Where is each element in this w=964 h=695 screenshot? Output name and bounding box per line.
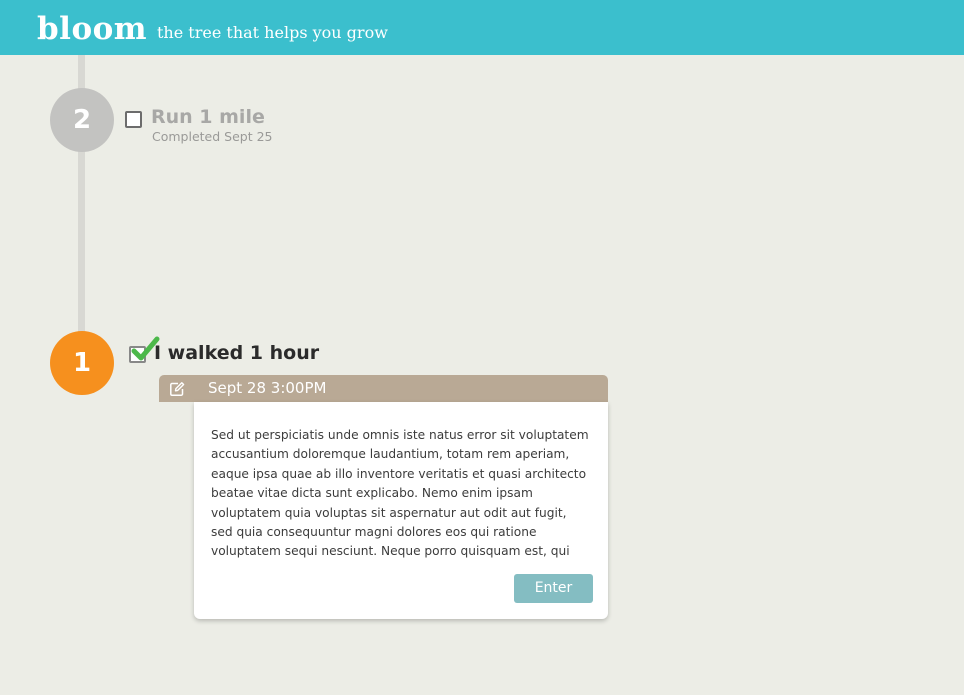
edit-icon[interactable] [169, 381, 185, 397]
logo[interactable]: bloom [37, 9, 147, 49]
entry-card-header: Sept 28 3:00PM [159, 375, 608, 402]
app-header: bloom the tree that helps you grow [0, 0, 964, 55]
entry-date: Sept 28 3:00PM [208, 379, 327, 397]
step-number-badge: 2 [50, 88, 114, 152]
entry-card: Sed ut perspiciatis unde omnis iste natu… [194, 402, 608, 619]
task-checkbox[interactable] [125, 111, 142, 128]
task-title: I walked 1 hour [154, 342, 320, 364]
tagline: the tree that helps you grow [157, 23, 388, 42]
entry-text[interactable]: Sed ut perspiciatis unde omnis iste natu… [211, 426, 591, 564]
step-number-badge: 1 [50, 331, 114, 395]
enter-button[interactable]: Enter [514, 574, 593, 603]
task-title: Run 1 mile [151, 106, 265, 128]
task-completed-date: Completed Sept 25 [152, 129, 273, 144]
